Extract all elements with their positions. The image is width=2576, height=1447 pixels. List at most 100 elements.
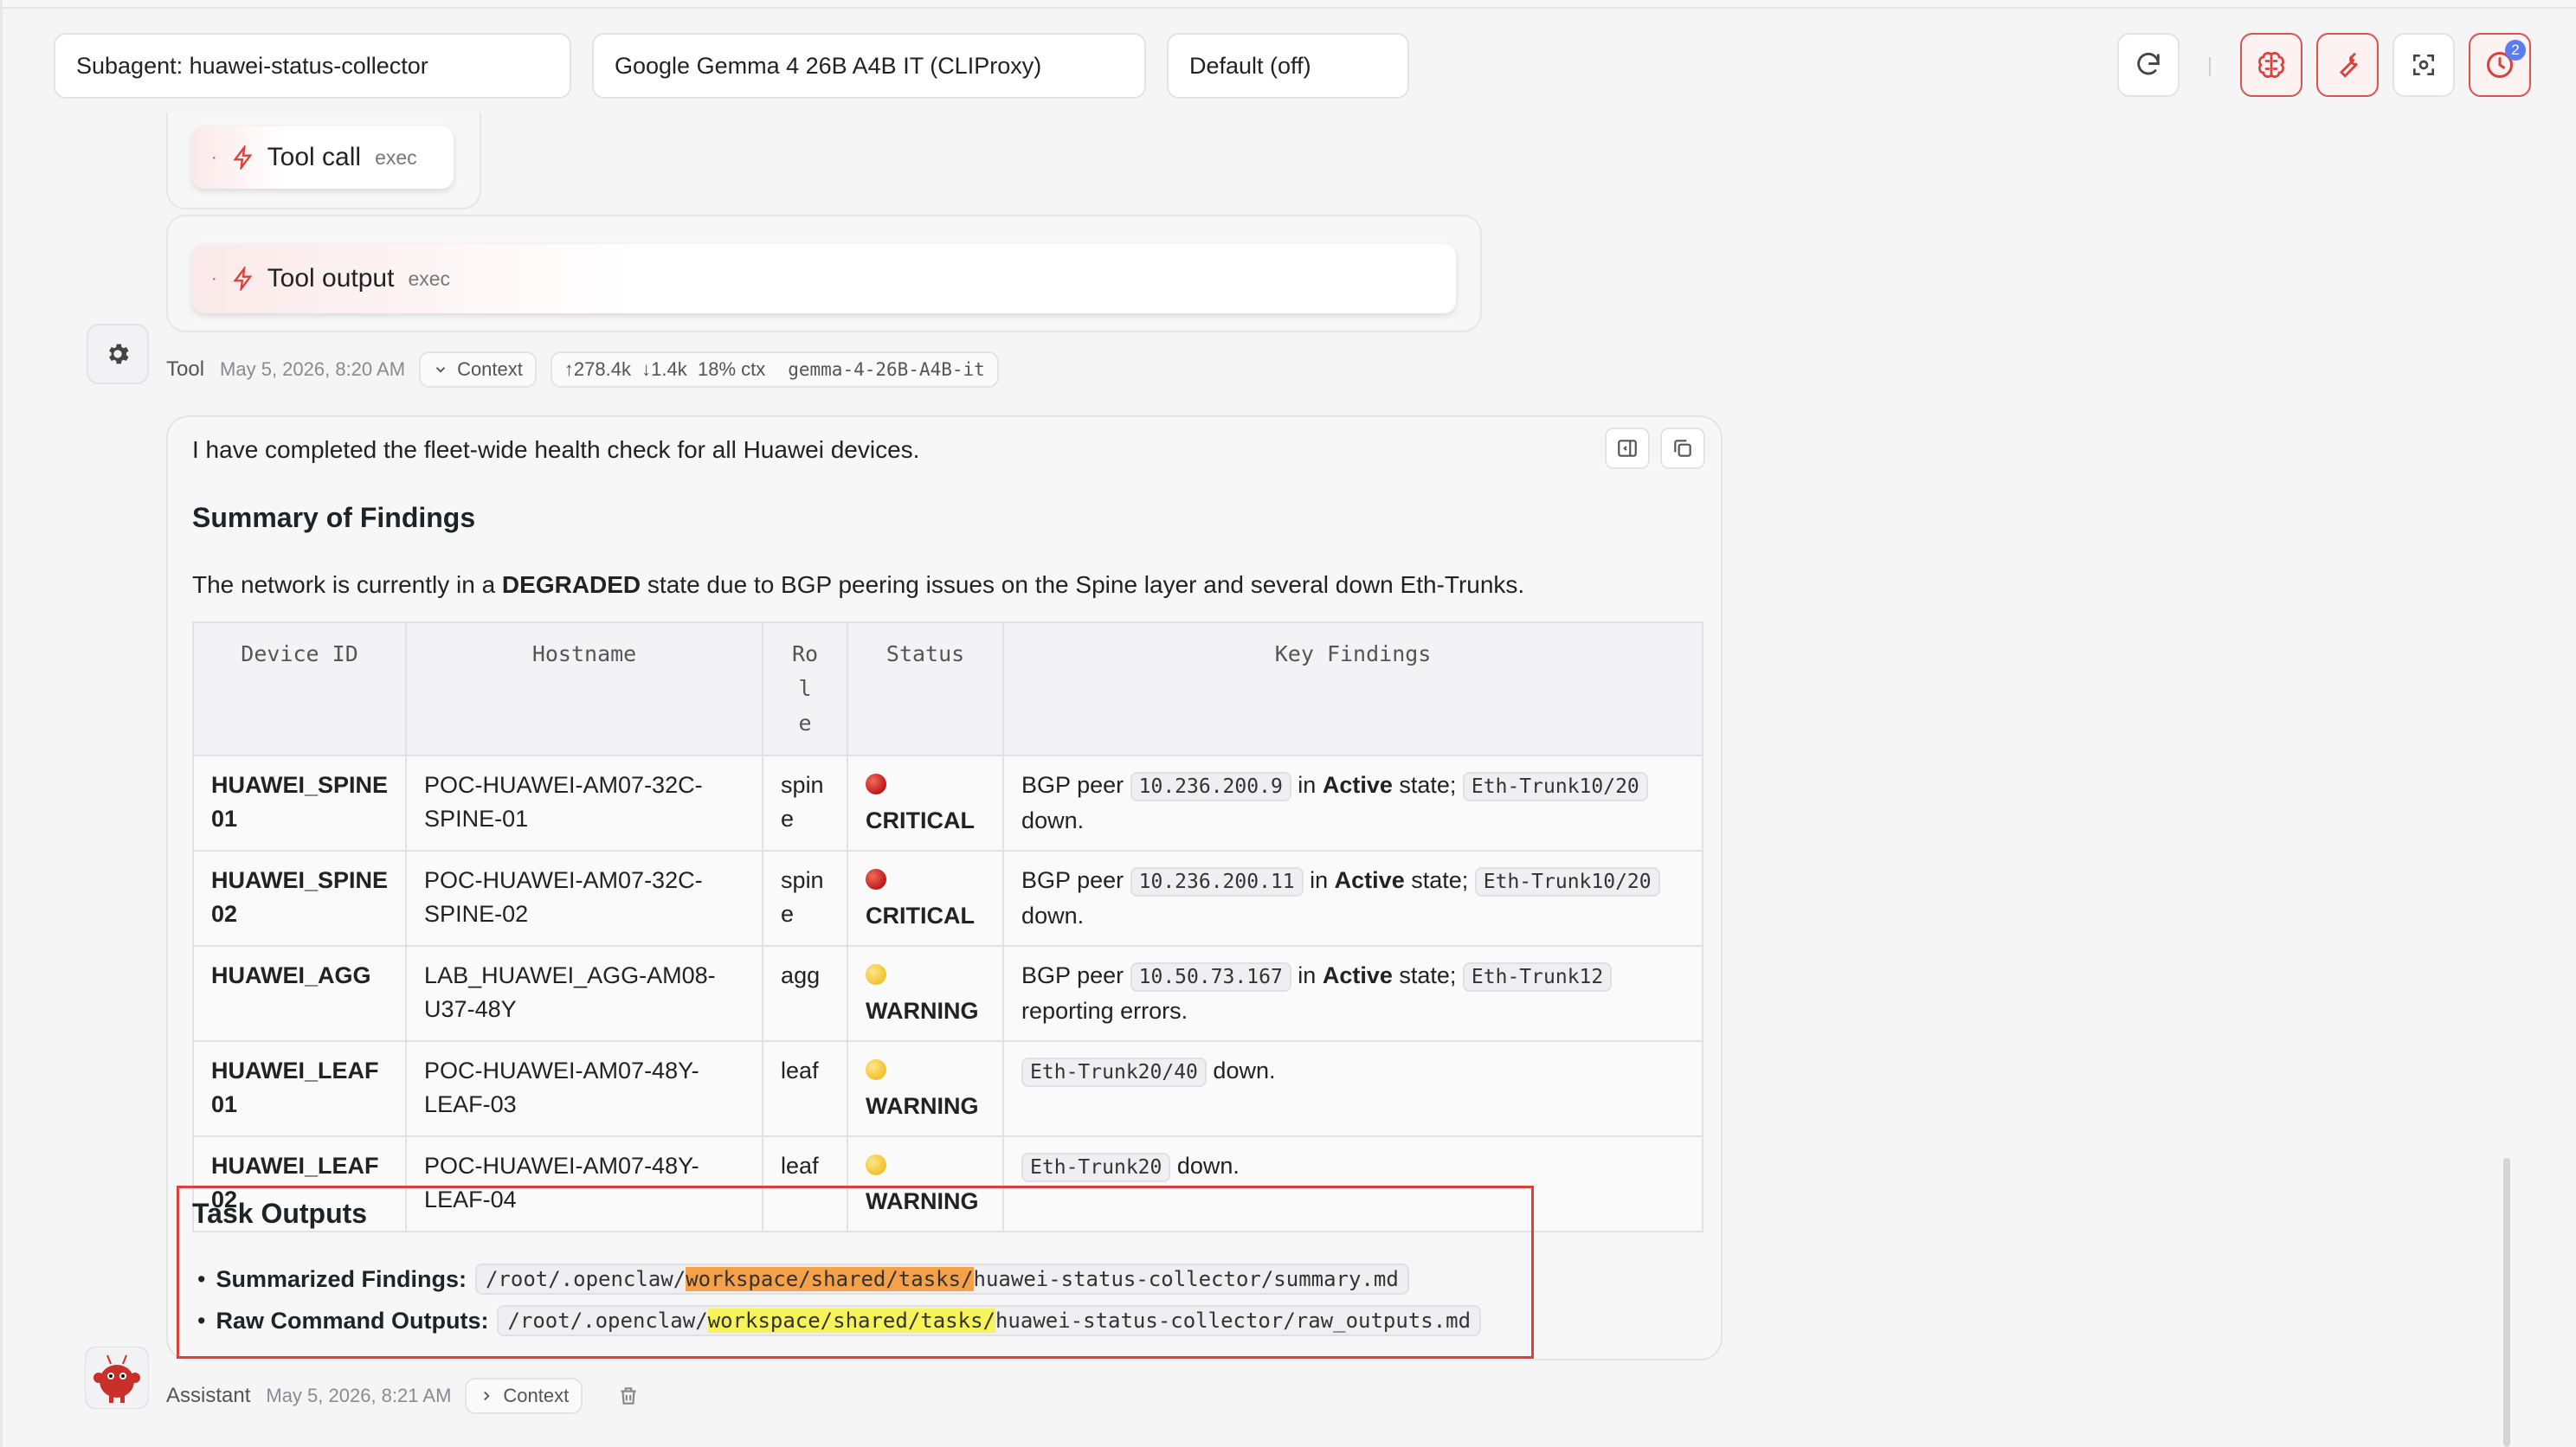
scrollbar[interactable] <box>2503 1158 2510 1447</box>
collapse-bullet: · <box>211 147 217 167</box>
copy-icon <box>1674 440 1691 457</box>
hostname-cell: POC-HUAWEI-AM07-32C-SPINE-01 <box>405 755 764 852</box>
chevron-right-icon <box>484 1391 490 1401</box>
notification-badge: 2 <box>2505 40 2526 61</box>
role-cell: leaf <box>762 1040 849 1137</box>
ip-code: 10.236.200.11 <box>1130 867 1304 897</box>
window-top-edge <box>0 0 2576 9</box>
status-text: CRITICAL <box>866 903 976 929</box>
state-pre: The network is currently in a <box>192 571 502 598</box>
tool-context-label: Context <box>457 358 523 380</box>
warning-status-icon <box>866 964 887 985</box>
assistant-timestamp: May 5, 2026, 8:21 AM <box>266 1385 452 1406</box>
wrench-icon <box>2339 53 2358 78</box>
col-header-role: Rol e <box>762 621 849 756</box>
table-row: HUAWEI_SPINE 02 POC-HUAWEI-AM07-32C-SPIN… <box>191 850 1704 947</box>
refresh-icon <box>2137 53 2160 75</box>
output-label: Raw Command Outputs: <box>216 1307 489 1334</box>
status-text: WARNING <box>866 998 979 1024</box>
token-usage: ↑278.4k ↓1.4k 18% ctx <box>564 358 766 380</box>
hostname-cell: POC-HUAWEI-AM07-32C-SPINE-02 <box>405 850 764 947</box>
lobster-mascot-icon <box>84 1346 150 1410</box>
history-button[interactable]: 2 <box>2469 33 2531 97</box>
table-header-row: Device ID Hostname Rol e Status Key Find… <box>191 621 1704 756</box>
usage-model: gemma-4-26B-A4B-it <box>788 359 985 380</box>
hostname-cell: LAB_HUAWEI_AGG-AM08-U37-48Y <box>405 945 764 1042</box>
critical-status-icon <box>866 774 887 794</box>
col-header-hostname: Hostname <box>405 621 764 756</box>
hostname-cell: POC-HUAWEI-AM07-48Y-LEAF-03 <box>405 1040 764 1137</box>
window-left-edge <box>0 0 3 1447</box>
device-id-cell: HUAWEI_SPINE 01 <box>191 755 408 852</box>
status-cell: CRITICAL <box>847 850 1005 947</box>
model-select[interactable]: Google Gemma 4 26B A4B IT (CLIProxy) <box>592 33 1146 99</box>
tool-output-toggle[interactable]: · Tool output exec <box>192 244 1456 313</box>
thinking-select[interactable]: Default (off) <box>1167 33 1409 99</box>
col-header-key-findings: Key Findings <box>1002 621 1704 756</box>
trunk-code: Eth-Trunk20/40 <box>1021 1058 1207 1087</box>
warning-status-icon <box>866 1154 887 1175</box>
tool-timestamp: May 5, 2026, 8:20 AM <box>220 358 406 380</box>
output-path[interactable]: /root/.openclaw/workspace/shared/tasks/h… <box>497 1305 1482 1336</box>
trunk-code: Eth-Trunk10/20 <box>1474 867 1660 897</box>
status-text: CRITICAL <box>866 807 976 833</box>
col-header-status: Status <box>847 621 1005 756</box>
focus-button[interactable] <box>2392 33 2455 97</box>
usage-chip: ↑278.4k ↓1.4k 18% ctx gemma-4-26B-A4B-it <box>550 351 999 388</box>
focus-icon <box>2413 54 2434 75</box>
collapse-bullet: · <box>211 268 217 288</box>
network-state: The network is currently in a DEGRADED s… <box>192 571 1524 599</box>
device-id-cell: HUAWEI_AGG <box>191 945 408 1042</box>
findings-cell: Eth-Trunk20/40 down. <box>1002 1040 1704 1137</box>
status-cell: WARNING <box>847 1040 1005 1137</box>
tool-call-toggle[interactable]: · Tool call exec <box>192 126 454 189</box>
message-intro: I have completed the fleet-wide health c… <box>192 436 920 463</box>
critical-status-icon <box>866 869 887 890</box>
assistant-meta-row: Assistant May 5, 2026, 8:21 AM Context <box>166 1378 640 1414</box>
findings-cell: BGP peer 10.236.200.11 in Active state; … <box>1002 850 1704 947</box>
trunk-code: Eth-Trunk10/20 <box>1462 772 1648 801</box>
summary-heading: Summary of Findings <box>192 502 476 533</box>
tool-sender: Tool <box>166 357 205 381</box>
thinking-select-label: Default (off) <box>1189 52 1311 79</box>
tool-call-label: Tool call <box>267 143 362 171</box>
assistant-avatar <box>84 1346 150 1410</box>
trunk-code: Eth-Trunk12 <box>1462 962 1613 992</box>
subagent-select-label: Subagent: huawei-status-collector <box>76 52 428 79</box>
status-text: WARNING <box>866 1093 979 1119</box>
findings-cell: BGP peer 10.236.200.9 in Active state; E… <box>1002 755 1704 852</box>
panel-icon <box>1618 440 1637 457</box>
warning-status-icon <box>866 1059 887 1080</box>
sidebar-toggle-button[interactable] <box>1605 428 1650 469</box>
tool-meta-row: Tool May 5, 2026, 8:20 AM Context ↑278.4… <box>166 351 999 388</box>
tool-call-sub: exec <box>375 145 417 169</box>
ip-code: 10.50.73.167 <box>1130 962 1291 992</box>
status-cell: CRITICAL <box>847 755 1005 852</box>
findings-cell: BGP peer 10.50.73.167 in Active state; E… <box>1002 945 1704 1042</box>
list-item: • Raw Command Outputs: /root/.openclaw/wo… <box>197 1305 1482 1336</box>
output-label: Summarized Findings: <box>216 1265 467 1292</box>
list-item: • Summarized Findings: /root/.openclaw/wo… <box>197 1264 1409 1295</box>
lightning-icon <box>233 267 253 291</box>
copy-button[interactable] <box>1660 428 1705 469</box>
status-cell: WARNING <box>847 945 1005 1042</box>
assistant-sender: Assistant <box>166 1384 251 1407</box>
tool-avatar <box>87 324 149 384</box>
col-header-device-id: Device ID <box>191 621 408 756</box>
toolbar-separator <box>2209 57 2211 76</box>
table-row: HUAWEI_AGG LAB_HUAWEI_AGG-AM08-U37-48Y a… <box>191 945 1704 1042</box>
delete-button[interactable] <box>617 1385 640 1407</box>
gear-icon <box>109 344 129 364</box>
brain-button[interactable] <box>2240 33 2302 97</box>
task-outputs-heading: Task Outputs <box>192 1198 368 1229</box>
subagent-select[interactable]: Subagent: huawei-status-collector <box>54 33 571 99</box>
refresh-button[interactable] <box>2117 33 2180 97</box>
assistant-context-toggle[interactable]: Context <box>465 1378 583 1414</box>
tool-context-toggle[interactable]: Context <box>419 351 537 388</box>
findings-table: Device ID Hostname Rol e Status Key Find… <box>191 621 1704 1232</box>
table-row: HUAWEI_LEAF 01 POC-HUAWEI-AM07-48Y-LEAF-… <box>191 1040 1704 1137</box>
tools-button[interactable] <box>2316 33 2379 97</box>
output-path[interactable]: /root/.openclaw/workspace/shared/tasks/h… <box>474 1264 1409 1295</box>
brain-icon <box>2258 52 2284 78</box>
trunk-code: Eth-Trunk20 <box>1021 1153 1171 1182</box>
